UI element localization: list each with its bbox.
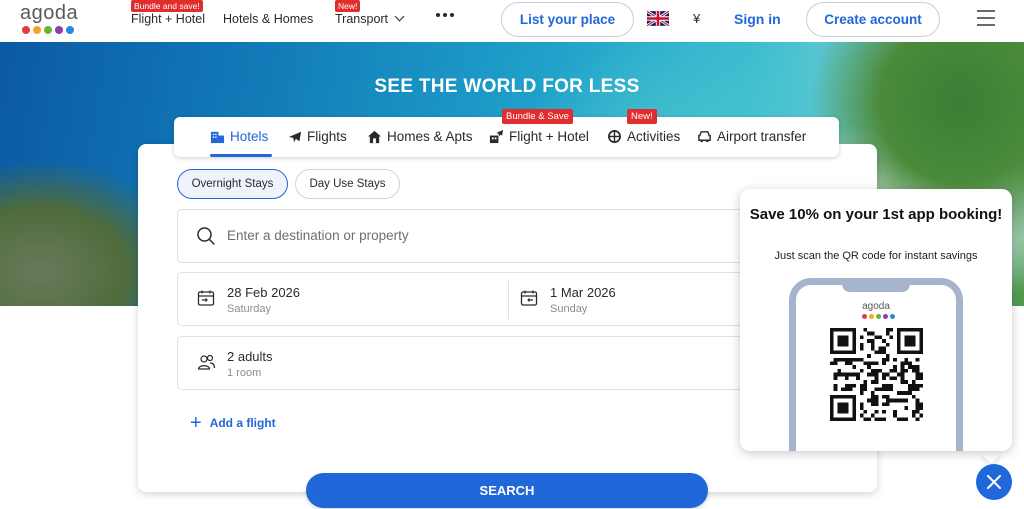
plus-icon: + <box>190 412 202 434</box>
add-flight-link[interactable]: + Add a flight <box>190 412 276 434</box>
qr-code <box>830 328 923 421</box>
top-header: agoda Bundle and save! Flight + Hotel Ho… <box>0 0 1024 42</box>
nav-hotels-homes-label: Hotels & Homes <box>223 12 314 26</box>
dates-field: 28 Feb 2026 Saturday 1 Mar 2026 Sunday <box>177 272 777 326</box>
hero-title: SEE THE WORLD FOR LESS <box>374 76 640 97</box>
tab-homes-apts-label: Homes & Apts <box>387 129 473 144</box>
plane-icon <box>288 131 302 142</box>
hotel-icon <box>210 131 225 144</box>
check-in-day: Saturday <box>227 303 272 315</box>
sign-in-link[interactable]: Sign in <box>734 11 781 27</box>
activities-icon <box>608 130 621 143</box>
guests-icon <box>197 354 216 370</box>
add-flight-label: Add a flight <box>209 416 276 430</box>
bundle-badge: Bundle and save! <box>131 0 203 12</box>
close-popup-button[interactable] <box>976 464 1012 500</box>
tab-flights-label: Flights <box>307 129 347 144</box>
tab-activities-label: Activities <box>627 129 681 144</box>
check-out-day: Sunday <box>550 303 588 315</box>
chevron-down-icon <box>394 11 405 22</box>
bundle-save-badge: Bundle & Save <box>502 109 573 124</box>
active-tab-indicator <box>210 154 272 157</box>
close-icon <box>987 475 1001 489</box>
calendar-checkin-icon <box>197 290 215 306</box>
tab-airport-transfer-label: Airport transfer <box>717 129 807 144</box>
hamburger-menu-icon[interactable] <box>977 10 995 31</box>
nav-transport-label: Transport <box>335 12 389 26</box>
tab-hotels[interactable]: Hotels <box>210 129 268 144</box>
more-options-icon[interactable] <box>436 13 454 17</box>
agoda-logo[interactable]: agoda <box>20 3 78 34</box>
date-divider <box>508 281 509 319</box>
flight-hotel-icon <box>489 129 504 144</box>
logo-text: agoda <box>20 2 79 24</box>
currency-selector[interactable]: ¥ <box>693 11 700 26</box>
phone-logo-dots <box>862 314 895 319</box>
product-tabs: Hotels Flights Homes & Apts Bundle & Sav… <box>174 109 839 157</box>
check-in-date: 28 Feb 2026 <box>227 285 301 300</box>
qr-pattern <box>830 328 923 421</box>
search-button[interactable]: SEARCH <box>306 473 708 508</box>
destination-field[interactable] <box>177 209 777 263</box>
tab-flight-hotel-label: Flight + Hotel <box>509 129 589 144</box>
new-badge: New! <box>335 0 361 12</box>
app-promo-popup: Save 10% on your 1st app booking! Just s… <box>740 189 1012 451</box>
uk-flag-icon[interactable] <box>647 11 669 26</box>
tab-hotels-label: Hotels <box>230 129 269 144</box>
nav-transport[interactable]: New! Transport <box>335 0 405 26</box>
nav-flight-hotel[interactable]: Bundle and save! Flight + Hotel <box>131 0 205 26</box>
tab-homes-apts[interactable]: Homes & Apts <box>367 129 473 144</box>
day-use-stays-toggle[interactable]: Day Use Stays <box>295 169 400 199</box>
phone-frame: agoda <box>789 278 963 451</box>
promo-subtitle: Just scan the QR code for instant saving… <box>774 250 978 262</box>
nav-hotels-homes[interactable]: Hotels & Homes <box>223 12 313 26</box>
check-out-date: 1 Mar 2026 <box>550 285 616 300</box>
search-icon <box>197 227 215 245</box>
nav-flight-hotel-label: Flight + Hotel <box>131 12 205 26</box>
rooms-count: 1 room <box>227 367 262 379</box>
destination-input[interactable] <box>227 228 727 243</box>
overnight-stays-toggle[interactable]: Overnight Stays <box>177 169 288 199</box>
tab-flight-hotel[interactable]: Flight + Hotel <box>489 129 589 144</box>
promo-title: Save 10% on your 1st app booking! <box>749 206 1003 223</box>
tab-activities[interactable]: Activities <box>607 129 680 144</box>
home-icon <box>367 130 382 143</box>
create-account-button[interactable]: Create account <box>806 2 940 37</box>
logo-dots <box>22 26 78 34</box>
car-icon <box>698 131 711 143</box>
calendar-checkout-icon <box>520 290 538 306</box>
guests-count: 2 adults <box>227 349 273 364</box>
tab-flights[interactable]: Flights <box>288 129 347 144</box>
activities-new-badge: New! <box>627 109 657 124</box>
list-your-place-button[interactable]: List your place <box>501 2 634 37</box>
occupancy-field[interactable]: 2 adults 1 room <box>177 336 777 390</box>
tab-airport-transfer[interactable]: Airport transfer <box>697 129 806 144</box>
phone-logo-text: agoda <box>862 301 890 312</box>
phone-notch <box>842 278 910 292</box>
